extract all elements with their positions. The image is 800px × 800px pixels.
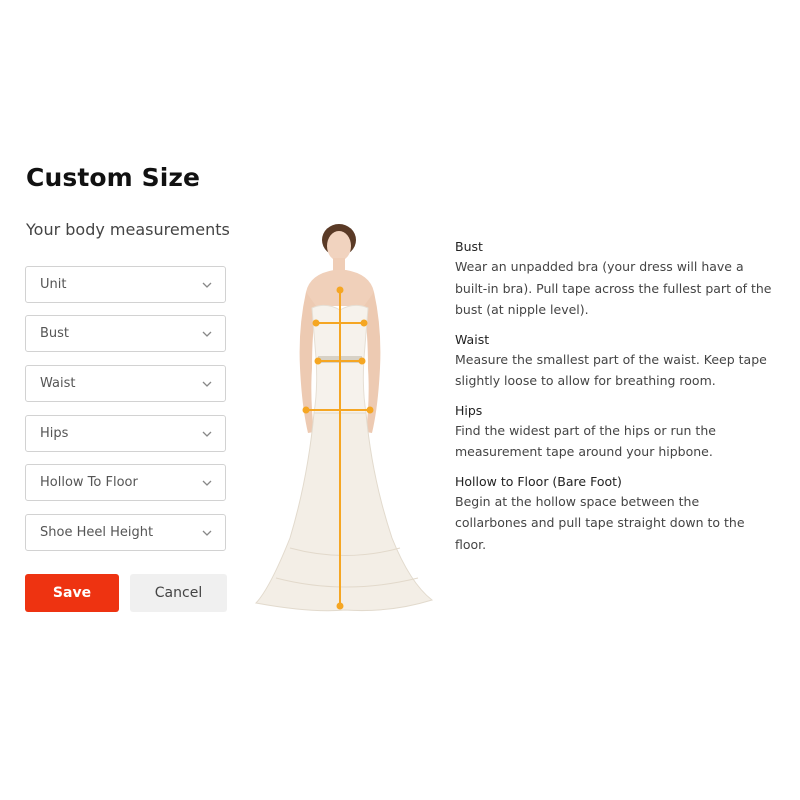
guide-heading: Hollow to Floor (Bare Foot): [455, 473, 622, 489]
hollow-to-floor-select-label: Hollow To Floor: [40, 475, 138, 490]
measure-point: [360, 319, 368, 327]
page-title: Custom Size: [26, 163, 201, 192]
shoe-heel-height-select[interactable]: Shoe Heel Height: [25, 514, 226, 551]
measure-point: [358, 357, 366, 365]
chevron-down-icon: [202, 381, 212, 387]
figure-face: [327, 231, 351, 261]
guide-item-waist: Waist Measure the smallest part of the w…: [455, 331, 775, 392]
chevron-down-icon: [202, 480, 212, 486]
figure-neck: [333, 258, 345, 272]
cancel-button[interactable]: Cancel: [130, 574, 227, 612]
waist-select[interactable]: Waist: [25, 365, 226, 402]
hips-select-label: Hips: [40, 426, 69, 441]
guide-text: Measure the smallest part of the waist. …: [455, 351, 767, 389]
unit-select-label: Unit: [40, 277, 67, 292]
hips-select[interactable]: Hips: [25, 415, 226, 452]
measure-point: [302, 406, 310, 414]
guide-heading: Waist: [455, 331, 490, 347]
guide-text: Find the widest part of the hips or run …: [455, 422, 716, 460]
page-subtitle: Your body measurements: [26, 220, 230, 239]
unit-select[interactable]: Unit: [25, 266, 226, 303]
custom-size-panel: Custom Size Your body measurements Unit …: [0, 0, 800, 800]
save-button[interactable]: Save: [25, 574, 119, 612]
measurement-figure: [255, 224, 434, 612]
measure-point: [314, 357, 322, 365]
chevron-down-icon: [202, 331, 212, 337]
measurement-guide: Bust Wear an unpadded bra (your dress wi…: [455, 238, 775, 565]
bust-select[interactable]: Bust: [25, 315, 226, 352]
guide-text: Wear an unpadded bra (your dress will ha…: [455, 259, 772, 317]
hollow-to-floor-select[interactable]: Hollow To Floor: [25, 464, 226, 501]
guide-heading: Bust: [455, 239, 483, 254]
chevron-down-icon: [202, 282, 212, 288]
guide-heading: Hips: [455, 402, 483, 418]
measure-point: [336, 286, 344, 294]
measure-point: [336, 602, 344, 610]
guide-item-hollow-to-floor: Hollow to Floor (Bare Foot) Begin at the…: [455, 473, 775, 556]
measure-point: [366, 406, 374, 414]
guide-item-hips: Hips Find the widest part of the hips or…: [455, 402, 775, 463]
waist-select-label: Waist: [40, 376, 76, 391]
guide-item-bust: Bust Wear an unpadded bra (your dress wi…: [455, 238, 775, 321]
shoe-heel-height-select-label: Shoe Heel Height: [40, 525, 154, 540]
chevron-down-icon: [202, 431, 212, 437]
measure-point: [312, 319, 320, 327]
bust-select-label: Bust: [40, 326, 70, 341]
guide-text: Begin at the hollow space between the co…: [455, 493, 745, 552]
chevron-down-icon: [202, 530, 212, 536]
